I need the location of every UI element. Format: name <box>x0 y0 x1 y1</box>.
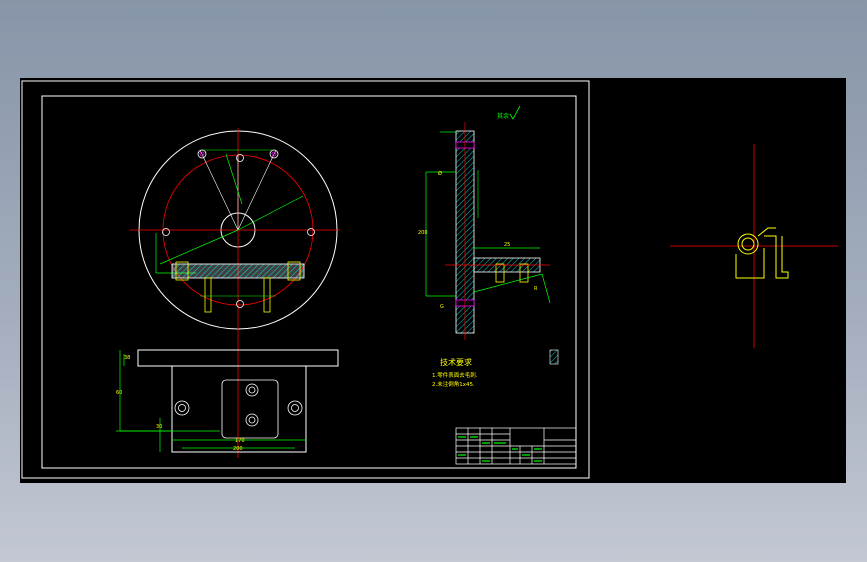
section-mark <box>549 349 559 365</box>
dimension-line <box>159 229 239 265</box>
dim-width: 200 <box>233 446 243 452</box>
stud-right <box>263 277 271 313</box>
part-iso-view <box>735 227 789 279</box>
stud-left <box>204 277 212 313</box>
radial-line <box>237 149 277 231</box>
dimension-line <box>237 195 304 231</box>
dim-height: 38 <box>124 355 130 361</box>
dimension-line <box>473 273 543 293</box>
inner-slot <box>221 379 279 439</box>
front-view[interactable] <box>130 128 340 458</box>
title-block[interactable] <box>455 427 577 465</box>
title-block-text <box>458 436 542 462</box>
cad-drawing: 38 60 200 170 30 Ø 200 25 R G 其余 技术要求 1.… <box>21 80 838 479</box>
tech-title: 技术要求 <box>440 357 472 367</box>
cad-model-space[interactable]: 38 60 200 170 30 Ø 200 25 R G 其余 技术要求 1.… <box>20 78 846 483</box>
tech-note-1: 1.零件表面去毛刺. <box>432 371 478 379</box>
model-preview[interactable] <box>670 144 838 348</box>
side-dim-4: R <box>534 286 538 292</box>
side-dim-1: Ø <box>438 170 442 177</box>
tech-requirements[interactable]: 技术要求 1.零件表面去毛刺. 2.未注倒角1x45. <box>432 357 478 388</box>
top-view[interactable]: 38 60 200 170 30 <box>116 349 339 453</box>
dimension-line <box>541 273 551 304</box>
side-label-g: G <box>440 304 444 310</box>
surface-mark-text: 其余 <box>497 112 509 120</box>
surface-finish-mark: 其余 <box>497 105 521 120</box>
side-dim-2: 200 <box>418 230 428 236</box>
tech-note-2: 2.未注倒角1x45. <box>432 380 475 388</box>
side-dim-3: 25 <box>504 242 510 248</box>
side-section-view[interactable]: Ø 200 25 R G <box>418 122 551 340</box>
dim-inner: 170 <box>235 438 245 444</box>
section-bar-hatch <box>171 263 305 279</box>
dim-depth: 60 <box>116 390 122 396</box>
dim-small: 30 <box>156 424 162 430</box>
radial-line <box>199 149 239 231</box>
mounting-holes <box>174 383 303 427</box>
